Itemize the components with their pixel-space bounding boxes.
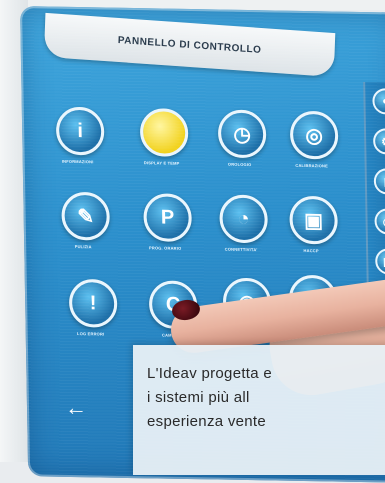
icon-label-schedule: PROG. ORARIO — [148, 245, 182, 251]
icon-label-errors: LOG ERRORI — [76, 331, 105, 337]
side-box-icon[interactable]: ▣ — [375, 248, 385, 275]
icon-label-calibration: CALIBRAZIONE — [295, 162, 329, 169]
side-gear-icon[interactable]: ⚙ — [372, 128, 385, 155]
caption-card: L'Ideav progetta e i sistemi più all esp… — [133, 345, 385, 475]
caption-line-2: i sistemi più all — [147, 389, 250, 406]
side-target-icon[interactable]: ◎ — [374, 208, 385, 235]
panel-title-tab: PANNELLO DI CONTROLLO — [43, 12, 336, 78]
icon-label-haccp: HACCP — [303, 247, 319, 254]
haccp-icon[interactable]: ▣ — [289, 195, 339, 245]
side-door-icon[interactable]: ▮ — [373, 168, 385, 195]
icon-label-cleaning: PULIZIA — [74, 243, 92, 250]
schedule-icon[interactable]: P — [143, 193, 193, 243]
connectivity-icon[interactable]: ◔ — [219, 194, 269, 244]
clock-icon[interactable]: ◷ — [217, 109, 267, 159]
display-temp-icon[interactable] — [139, 108, 189, 157]
info-icon[interactable]: i — [55, 106, 105, 156]
icon-label-connectivity: CONNETTIVITA' — [224, 246, 258, 253]
caption-line-3: esperienza vente — [147, 413, 267, 430]
error-log-icon[interactable]: ! — [68, 278, 118, 328]
icon-label-clock: OROLOGIO — [227, 161, 252, 168]
side-dot-icon[interactable]: ● — [372, 88, 385, 115]
caption-line-1: L'Ideav progetta e — [147, 365, 273, 382]
icon-label-display: DISPLAY E TEMP — [143, 160, 180, 166]
back-arrow-icon[interactable]: ← — [65, 395, 87, 421]
icon-label-info: INFORMAZIONI — [61, 158, 94, 165]
cleaning-icon[interactable]: ✎ — [61, 191, 111, 241]
calibration-icon[interactable]: ◎ — [289, 110, 339, 160]
panel-title: PANNELLO DI CONTROLLO — [117, 34, 262, 56]
